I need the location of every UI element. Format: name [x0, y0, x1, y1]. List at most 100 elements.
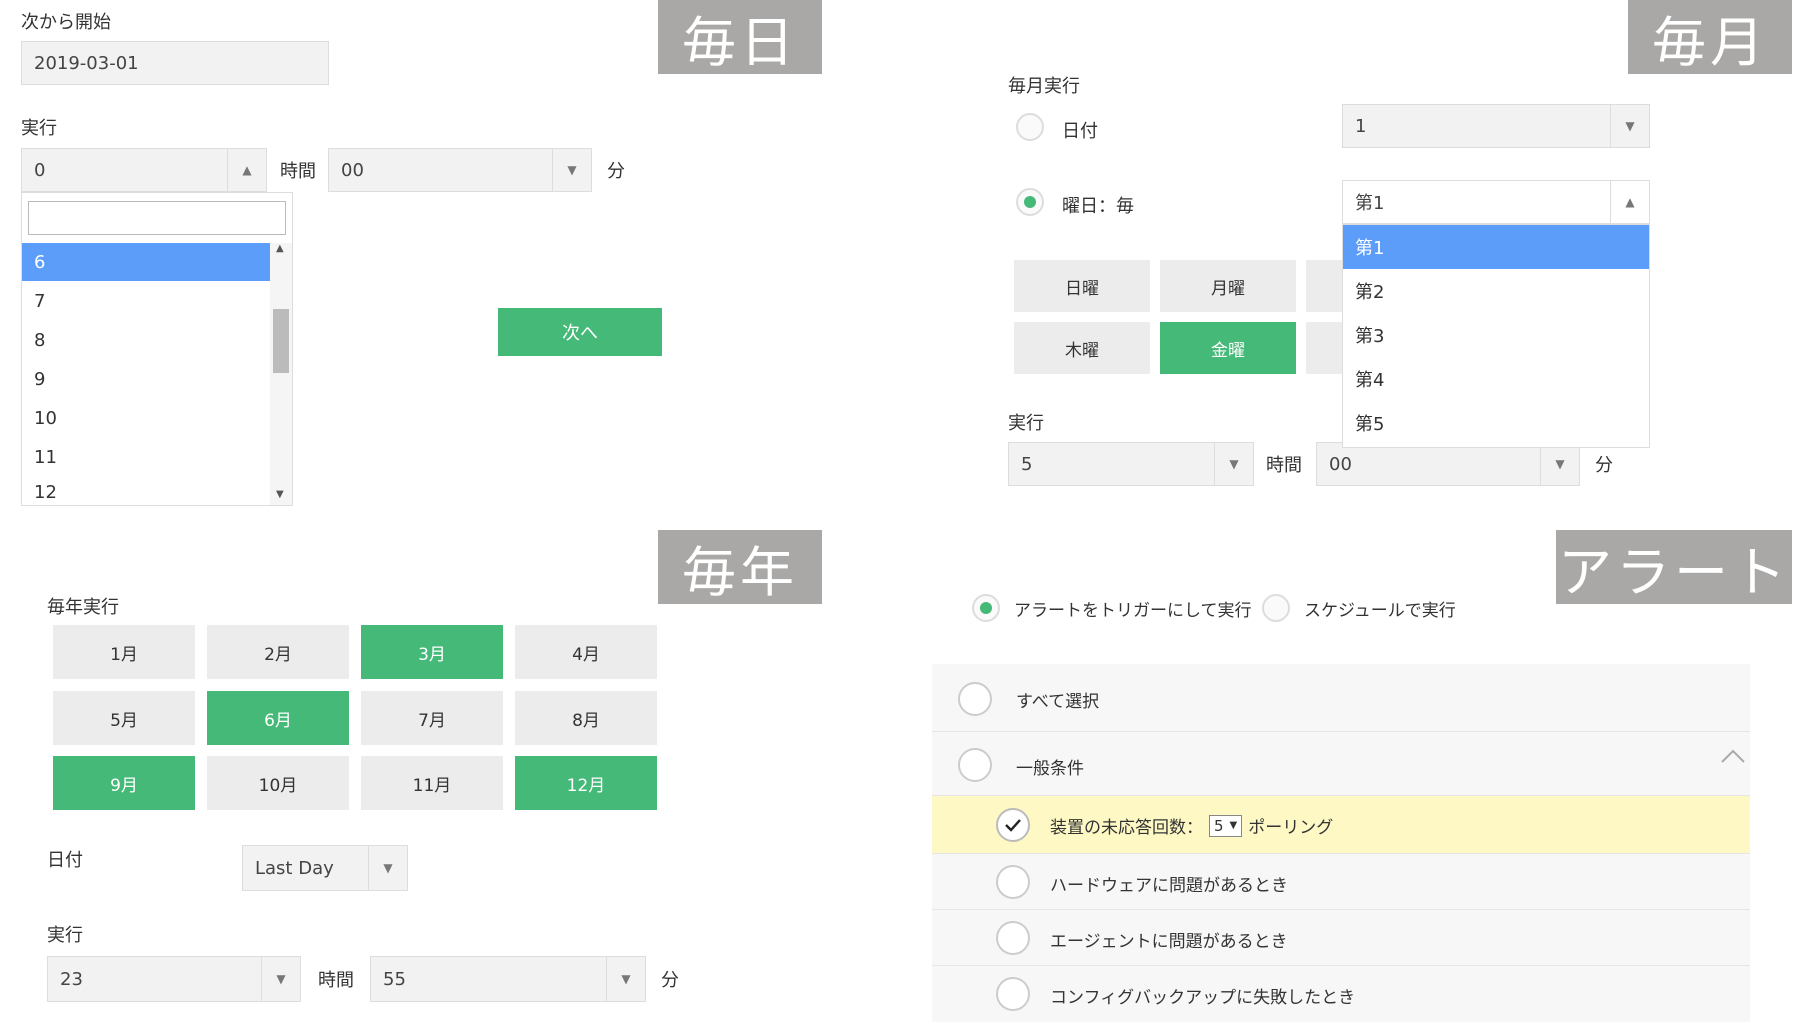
- weekday-radio[interactable]: [1016, 188, 1044, 216]
- daily-hour-select[interactable]: 0 ▲: [21, 148, 267, 192]
- month-9-button[interactable]: 9月: [53, 756, 195, 810]
- week-option[interactable]: 第5: [1343, 401, 1649, 445]
- dropdown-scrollbar[interactable]: ▲ ▼: [270, 243, 292, 505]
- chevron-up-icon[interactable]: [1720, 748, 1746, 769]
- scroll-down-icon[interactable]: ▼: [276, 489, 284, 500]
- hour-option[interactable]: 11: [22, 438, 270, 476]
- month-6-button[interactable]: 6月: [207, 691, 349, 745]
- chevron-down-icon: ▼: [1229, 820, 1238, 831]
- month-12-button[interactable]: 12月: [515, 756, 657, 810]
- caret-up-icon: ▲: [227, 149, 266, 191]
- condition-checkbox[interactable]: [996, 977, 1030, 1011]
- daily-minute-unit: 分: [594, 148, 638, 192]
- date-option-label: 日付: [1062, 121, 1098, 142]
- month-7-button[interactable]: 7月: [361, 691, 503, 745]
- week-option[interactable]: 第2: [1343, 269, 1649, 313]
- condition-text: ハードウェアに問題があるとき: [1050, 876, 1288, 896]
- day-monday-button[interactable]: 月曜: [1160, 260, 1296, 312]
- condition-prefix: 装置の未応答回数：: [1050, 818, 1203, 838]
- chevron-down-icon: ▼: [261, 957, 300, 1001]
- polling-count-value: 5: [1214, 816, 1224, 835]
- month-10-button[interactable]: 10月: [207, 756, 349, 810]
- yearly-date-select[interactable]: Last Day ▼: [242, 845, 408, 891]
- chevron-down-icon: ▼: [368, 846, 407, 890]
- alert-tag: アラート: [1556, 530, 1792, 604]
- select-all-checkbox[interactable]: [958, 682, 992, 716]
- hour-option[interactable]: 7: [22, 282, 270, 320]
- day-button-hidden[interactable]: [1306, 260, 1346, 312]
- day-friday-button[interactable]: 金曜: [1160, 322, 1296, 374]
- hour-option[interactable]: 8: [22, 321, 270, 359]
- condition-row[interactable]: ハードウェアに問題があるとき: [932, 854, 1750, 910]
- chevron-down-icon: ▼: [1214, 443, 1253, 485]
- month-11-button[interactable]: 11月: [361, 756, 503, 810]
- chevron-down-icon: ▼: [606, 957, 645, 1001]
- general-checkbox[interactable]: [958, 748, 992, 782]
- start-date-input[interactable]: 2019-03-01: [21, 41, 329, 85]
- daily-hour-unit: 時間: [270, 148, 326, 192]
- monthly-hour-unit: 時間: [1256, 442, 1312, 486]
- yearly-run-label: 毎年実行: [47, 597, 119, 618]
- monthly-date-value: 1: [1355, 115, 1367, 137]
- hour-option[interactable]: 12: [22, 477, 270, 507]
- week-option[interactable]: 第3: [1343, 313, 1649, 357]
- trigger-radio[interactable]: [972, 594, 1000, 622]
- condition-row[interactable]: コンフィグバックアップに失敗したとき: [932, 966, 1750, 1022]
- daily-hour-value: 0: [34, 159, 46, 181]
- condition-checkbox[interactable]: [996, 921, 1030, 955]
- daily-minute-select[interactable]: 00 ▼: [328, 148, 592, 192]
- month-2-button[interactable]: 2月: [207, 625, 349, 679]
- monthly-week-select[interactable]: 第1 ▲: [1342, 180, 1650, 224]
- general-conditions-row[interactable]: 一般条件: [932, 732, 1750, 796]
- monthly-run-label: 毎月実行: [1008, 76, 1080, 97]
- hour-option[interactable]: 10: [22, 399, 270, 437]
- general-label: 一般条件: [1016, 759, 1084, 779]
- month-5-button[interactable]: 5月: [53, 691, 195, 745]
- yearly-hour-value: 23: [60, 968, 83, 990]
- dropdown-search-input[interactable]: [28, 201, 286, 235]
- monthly-hour-value: 5: [1021, 453, 1033, 475]
- condition-checkbox[interactable]: [996, 808, 1030, 842]
- daily-run-label: 実行: [21, 118, 57, 139]
- yearly-minute-unit: 分: [648, 956, 692, 1002]
- month-3-button[interactable]: 3月: [361, 625, 503, 679]
- daily-tag: 毎日: [658, 0, 822, 74]
- condition-text: 装置の未応答回数： 5 ▼ ポーリング: [1050, 813, 1333, 838]
- next-button[interactable]: 次へ: [498, 308, 662, 356]
- scroll-up-icon[interactable]: ▲: [276, 243, 284, 254]
- condition-row[interactable]: エージェントに問題があるとき: [932, 910, 1750, 966]
- month-1-button[interactable]: 1月: [53, 625, 195, 679]
- caret-up-icon: ▲: [1610, 181, 1649, 223]
- monthly-minute-select[interactable]: 00 ▼: [1316, 442, 1580, 486]
- select-all-row[interactable]: すべて選択: [932, 664, 1750, 732]
- hour-option[interactable]: 6: [22, 243, 270, 281]
- monthly-week-value: 第1: [1355, 193, 1385, 214]
- date-radio[interactable]: [1016, 113, 1044, 141]
- condition-row[interactable]: 装置の未応答回数： 5 ▼ ポーリング: [932, 796, 1750, 854]
- month-8-button[interactable]: 8月: [515, 691, 657, 745]
- day-thursday-button[interactable]: 木曜: [1014, 322, 1150, 374]
- month-4-button[interactable]: 4月: [515, 625, 657, 679]
- yearly-minute-select[interactable]: 55 ▼: [370, 956, 646, 1002]
- monthly-exec-label: 実行: [1008, 413, 1044, 434]
- trigger-option-label: アラートをトリガーにして実行: [1014, 601, 1252, 621]
- day-button-hidden[interactable]: [1306, 322, 1346, 374]
- week-option[interactable]: 第1: [1343, 225, 1649, 269]
- monthly-date-select[interactable]: 1 ▼: [1342, 104, 1650, 148]
- chevron-down-icon: ▼: [552, 149, 591, 191]
- week-dropdown: 第1 第2 第3 第4 第5: [1342, 224, 1650, 448]
- day-sunday-button[interactable]: 日曜: [1014, 260, 1150, 312]
- monthly-tag: 毎月: [1628, 0, 1792, 74]
- monthly-hour-select[interactable]: 5 ▼: [1008, 442, 1254, 486]
- chevron-down-icon: ▼: [1610, 105, 1649, 147]
- polling-count-select[interactable]: 5 ▼: [1209, 814, 1243, 837]
- yearly-date-label: 日付: [47, 850, 83, 871]
- condition-suffix: ポーリング: [1248, 818, 1334, 838]
- scrollbar-thumb[interactable]: [273, 309, 289, 373]
- daily-hour-dropdown: 6 7 8 9 10 11 12 ▲ ▼: [21, 192, 293, 506]
- condition-checkbox[interactable]: [996, 865, 1030, 899]
- week-option[interactable]: 第4: [1343, 357, 1649, 401]
- schedule-radio[interactable]: [1262, 594, 1290, 622]
- yearly-hour-select[interactable]: 23 ▼: [47, 956, 301, 1002]
- hour-option[interactable]: 9: [22, 360, 270, 398]
